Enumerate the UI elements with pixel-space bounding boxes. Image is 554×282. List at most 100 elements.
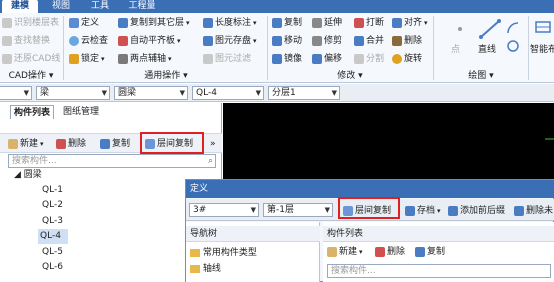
menu-bar: 建模 视图 工具 工程量: [0, 0, 554, 13]
dialog-delete-button[interactable]: 删除: [375, 245, 405, 259]
component-select[interactable]: QL-4 ▼: [192, 86, 264, 100]
cloud-check-button[interactable]: 云检查: [69, 34, 108, 48]
axis-icon: [118, 54, 128, 64]
folder-icon: [190, 264, 200, 273]
tab-component-list[interactable]: 构件列表: [10, 105, 55, 119]
tree-item-ql-3[interactable]: QL-3: [40, 214, 70, 229]
copy-component-button[interactable]: 复制: [100, 137, 130, 151]
delete-unused-button[interactable]: 删除未: [514, 204, 553, 218]
merge-icon: [354, 36, 364, 46]
tree-root[interactable]: ◢ 圆梁: [14, 168, 42, 183]
break-button[interactable]: 打断: [354, 16, 384, 30]
trim-icon: [312, 36, 322, 46]
length-dimension-button[interactable]: 长度标注 ▾: [203, 16, 257, 30]
point-tool-icon[interactable]: [450, 19, 470, 39]
component-search-input[interactable]: 搜索构件... ⌕: [8, 154, 216, 168]
tab-drawing-management[interactable]: 图纸管理: [60, 105, 102, 119]
add-prefix-suffix-button[interactable]: 添加前后缀: [448, 204, 505, 218]
lock-button[interactable]: 锁定 ▾: [69, 52, 105, 66]
delete-button[interactable]: 删除: [392, 34, 422, 48]
nav-item-axis[interactable]: 轴线: [190, 262, 221, 277]
merge-button[interactable]: 合并: [354, 34, 384, 48]
chevron-down-icon: ▼: [23, 89, 29, 97]
layer-select[interactable]: 分层1 ▼: [268, 86, 340, 100]
find-replace-button[interactable]: 查找替换: [2, 34, 50, 48]
tree-item-ql-6[interactable]: QL-6: [40, 260, 70, 275]
chevron-down-icon: ▼: [331, 89, 337, 97]
tree-item-ql-2[interactable]: QL-2: [40, 198, 70, 213]
move-button[interactable]: 移动: [272, 34, 302, 48]
element-filter-button[interactable]: 图元过滤: [203, 52, 251, 66]
category-select[interactable]: ▼: [0, 86, 32, 100]
copy-to-other-layer-button[interactable]: 复制到其它层 ▾: [118, 16, 190, 30]
canvas-drawing: [545, 138, 554, 140]
tab-modeling[interactable]: 建模: [2, 0, 38, 13]
dialog-copy-button[interactable]: 复制: [415, 245, 445, 259]
group-label-cad: CAD操作 ▾: [8, 71, 54, 81]
break-icon: [354, 18, 364, 28]
tree-item-ql-4[interactable]: QL-4: [38, 229, 68, 244]
delete-icon: [56, 139, 66, 149]
save-icon: [203, 36, 213, 46]
auto-level-slab-button[interactable]: 自动平齐板 ▾: [118, 34, 181, 48]
circle-tool-icon[interactable]: [506, 39, 520, 53]
element-subtype-select[interactable]: 圆梁 ▼: [114, 86, 188, 100]
arc-tool-icon[interactable]: [506, 21, 520, 35]
dialog-component-header: 构件列表: [323, 226, 554, 242]
restore-cad-button[interactable]: 还原CAD线: [2, 52, 60, 66]
level-slab-icon: [118, 36, 128, 46]
define-icon: [69, 18, 79, 28]
ribbon-divider: [63, 16, 64, 80]
nav-tree-pane: 导航树 常用构件类型 轴线: [186, 222, 320, 282]
align-button[interactable]: 对齐 ▾: [392, 16, 428, 30]
archive-icon: [405, 206, 415, 216]
floor-copy-button[interactable]: 层间复制: [145, 137, 193, 151]
more-button[interactable]: »: [210, 137, 216, 151]
dialog-component-pane: 构件列表 新建 ▾ 删除 复制 搜索构件...: [323, 222, 554, 282]
delete-unused-icon: [514, 206, 524, 216]
floor-layer-select[interactable]: 第-1层 ▼: [263, 203, 333, 217]
smart-layout-icon[interactable]: [535, 19, 551, 35]
rotate-button[interactable]: 旋转: [392, 52, 422, 66]
mirror-button[interactable]: 镜像: [272, 52, 302, 66]
extend-button[interactable]: 延伸: [312, 16, 342, 30]
identify-floor-table-button[interactable]: 识别楼层表: [2, 16, 59, 30]
define-button[interactable]: 定义: [69, 16, 99, 30]
dialog-toolbar: 3# ▼ 第-1层 ▼ 层间复制 存档 ▾ 添加前后缀 删除未: [186, 199, 554, 221]
ribbon: 识别楼层表 查找替换 还原CAD线 CAD操作 ▾ 定义 云检查 锁定 ▾ 复制到…: [0, 13, 554, 83]
tab-quantity[interactable]: 工程量: [124, 0, 160, 13]
tab-view[interactable]: 视图: [46, 0, 76, 13]
ribbon-divider: [528, 16, 529, 80]
search-icon: ⌕: [207, 156, 213, 166]
extend-icon: [312, 18, 322, 28]
delete-component-button[interactable]: 删除: [56, 137, 86, 151]
new-button[interactable]: 新建 ▾: [8, 137, 44, 151]
floor-number-select[interactable]: 3# ▼: [189, 203, 259, 217]
new-icon: [327, 247, 337, 257]
element-save-button[interactable]: 图元存盘 ▾: [203, 34, 257, 48]
new-icon: [8, 139, 18, 149]
trim-button[interactable]: 修剪: [312, 34, 342, 48]
offset-button[interactable]: 偏移: [312, 52, 342, 66]
copy-button[interactable]: 复制: [272, 16, 302, 30]
nav-item-common-types[interactable]: 常用构件类型: [190, 246, 257, 261]
archive-button[interactable]: 存档 ▾: [405, 204, 441, 218]
selector-row: ▼ 梁 ▼ 圆梁 ▼ QL-4 ▼ 分层1 ▼: [0, 84, 554, 102]
floor-table-icon: [2, 18, 12, 28]
dialog-floor-copy-button[interactable]: 层间复制: [343, 204, 391, 218]
element-type-select[interactable]: 梁 ▼: [36, 86, 110, 100]
tab-tools[interactable]: 工具: [85, 0, 115, 13]
line-tool-icon[interactable]: [478, 17, 502, 41]
two-point-axis-button[interactable]: 两点辅轴 ▾: [118, 52, 172, 66]
drawing-canvas[interactable]: [223, 103, 554, 179]
dialog-search-input[interactable]: 搜索构件...: [327, 264, 551, 278]
floor-copy-icon: [343, 206, 353, 216]
split-button[interactable]: 分割: [354, 52, 384, 66]
dialog-new-button[interactable]: 新建 ▾: [327, 245, 363, 259]
tree-item-ql-5[interactable]: QL-5: [40, 245, 70, 260]
line-label: 直线: [478, 45, 497, 55]
tree-item-ql-1[interactable]: QL-1: [40, 183, 70, 198]
cloud-icon: [69, 36, 79, 46]
chevron-down-icon: ▼: [324, 206, 330, 214]
group-label-modify: 修改 ▾: [337, 71, 363, 81]
